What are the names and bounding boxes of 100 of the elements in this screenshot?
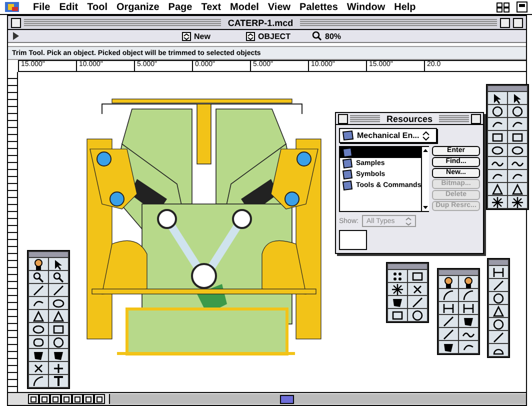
tool-button[interactable]: [488, 144, 507, 156]
tool-button[interactable]: [29, 375, 48, 387]
list-item[interactable]: [340, 147, 422, 158]
menu-item[interactable]: Edit: [59, 2, 78, 12]
tool-button[interactable]: [29, 258, 48, 270]
scroll-bar[interactable]: [421, 147, 430, 211]
close-box[interactable]: [338, 114, 348, 124]
tool-button[interactable]: [489, 266, 508, 278]
menu-item[interactable]: Model: [230, 2, 259, 12]
tool-button[interactable]: [49, 258, 68, 270]
tool-button[interactable]: [439, 276, 458, 288]
tool-button[interactable]: [459, 276, 478, 288]
menu-item[interactable]: View: [268, 2, 291, 12]
tool-button[interactable]: [459, 289, 478, 301]
tool-button[interactable]: [49, 310, 68, 322]
tool-button[interactable]: [439, 328, 458, 340]
tool-button[interactable]: [488, 131, 507, 143]
tool-button[interactable]: [408, 296, 427, 308]
tool-button[interactable]: [29, 284, 48, 296]
triangle-icon: [491, 182, 504, 196]
tool-button[interactable]: [49, 284, 68, 296]
menu-item[interactable]: File: [33, 2, 50, 12]
tool-button[interactable]: [29, 310, 48, 322]
tool-button[interactable]: [49, 375, 68, 387]
zoom-field[interactable]: 80%: [312, 31, 342, 41]
tool-button[interactable]: [488, 92, 507, 104]
tool-button[interactable]: [459, 328, 478, 340]
menu-item[interactable]: Palettes: [300, 2, 338, 12]
page-button[interactable]: [94, 394, 105, 404]
tool-button[interactable]: [508, 118, 527, 130]
tool-button[interactable]: [408, 270, 427, 282]
tool-button[interactable]: [489, 279, 508, 291]
tool-button[interactable]: [49, 271, 68, 283]
tool-button[interactable]: [439, 302, 458, 314]
tool-button[interactable]: [508, 92, 527, 104]
tool-button[interactable]: [388, 309, 407, 321]
tool-button[interactable]: [29, 349, 48, 361]
tool-button[interactable]: [29, 297, 48, 309]
tool-button[interactable]: [49, 362, 68, 374]
tool-button[interactable]: [459, 302, 478, 314]
menu-item[interactable]: Tool: [87, 2, 108, 12]
collapse-box[interactable]: [500, 18, 510, 28]
tool-button[interactable]: [488, 105, 507, 117]
scroll-thumb[interactable]: [280, 395, 294, 404]
folder-icon: [342, 169, 353, 180]
tool-button[interactable]: [488, 170, 507, 182]
menu-item[interactable]: Help: [394, 2, 416, 12]
menu-item[interactable]: Window: [346, 2, 386, 12]
play-icon: [12, 31, 20, 41]
tool-button[interactable]: [388, 283, 407, 295]
tool-button[interactable]: [49, 297, 68, 309]
tool-button[interactable]: [439, 289, 458, 301]
page-button[interactable]: [83, 394, 94, 404]
tool-button[interactable]: [508, 196, 527, 208]
tool-button[interactable]: [488, 183, 507, 195]
tool-button[interactable]: [489, 292, 508, 304]
page-button[interactable]: [28, 394, 39, 404]
menu-item[interactable]: Organize: [116, 2, 160, 12]
tool-button[interactable]: [459, 341, 478, 353]
tool-button[interactable]: [439, 341, 458, 353]
page-button[interactable]: [39, 394, 50, 404]
tool-button[interactable]: [408, 283, 427, 295]
tool-button[interactable]: [489, 305, 508, 317]
tool-button[interactable]: [508, 131, 527, 143]
zoom-box[interactable]: [513, 18, 523, 28]
tool-button[interactable]: [488, 196, 507, 208]
menu-item[interactable]: Text: [201, 2, 222, 12]
page-button[interactable]: [72, 394, 83, 404]
tool-button[interactable]: [49, 323, 68, 335]
tool-button[interactable]: [408, 309, 427, 321]
tool-button[interactable]: [439, 315, 458, 327]
popup-arrows-icon: [404, 216, 412, 226]
collapse-box[interactable]: [471, 114, 481, 124]
tool-button[interactable]: [489, 318, 508, 330]
page-button[interactable]: [50, 394, 61, 404]
tool-button[interactable]: [388, 270, 407, 282]
tool-button[interactable]: [508, 105, 527, 117]
tool-button[interactable]: [459, 315, 478, 327]
tool-button[interactable]: [508, 157, 527, 169]
tool-button[interactable]: [29, 362, 48, 374]
tool-button[interactable]: [508, 170, 527, 182]
scroll-bar[interactable]: [109, 394, 526, 404]
tool-button[interactable]: [488, 157, 507, 169]
tool-button[interactable]: [49, 349, 68, 361]
tool-button[interactable]: [508, 183, 527, 195]
tool-button[interactable]: [388, 296, 407, 308]
close-box[interactable]: [11, 18, 21, 28]
page-button[interactable]: [61, 394, 72, 404]
tool-button[interactable]: [29, 336, 48, 348]
menu-item[interactable]: Page: [168, 2, 192, 12]
tool-button[interactable]: [489, 331, 508, 343]
tool-button[interactable]: [29, 323, 48, 335]
tool-button[interactable]: [49, 336, 68, 348]
tool-button[interactable]: [489, 344, 508, 356]
tool-button[interactable]: [508, 144, 527, 156]
class-popup[interactable]: OBJECT: [246, 32, 306, 40]
library-popup[interactable]: Mechanical En...: [339, 128, 437, 143]
tool-button[interactable]: [29, 271, 48, 283]
layer-popup[interactable]: New: [182, 32, 240, 40]
tool-button[interactable]: [488, 118, 507, 130]
